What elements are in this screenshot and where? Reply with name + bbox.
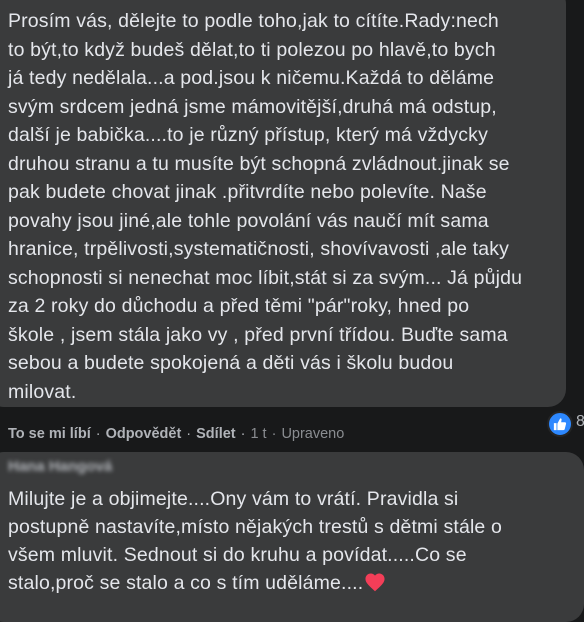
- share-button[interactable]: Sdílet: [196, 426, 235, 442]
- reaction-count[interactable]: 8: [576, 413, 584, 431]
- comment-timestamp[interactable]: 1 t: [250, 426, 266, 442]
- separator: ·: [240, 426, 246, 442]
- reply-text: Milujte je a objimejte....Ony vám to vrá…: [8, 485, 584, 597]
- reply-author-name[interactable]: Hana Hangová: [8, 458, 112, 475]
- comment-action-bar: To se mi líbí · Odpovědět · Sdílet · 1 t…: [8, 426, 344, 442]
- separator: ·: [271, 426, 277, 442]
- reply-button[interactable]: Odpovědět: [106, 426, 182, 442]
- thumbs-up-icon: [553, 418, 567, 431]
- edited-label[interactable]: Upraveno: [281, 426, 344, 442]
- like-button[interactable]: To se mi líbí: [8, 426, 91, 442]
- separator: ·: [186, 426, 192, 442]
- comment-text: Prosím vás, dělejte to podle toho,jak to…: [8, 10, 523, 403]
- separator: ·: [95, 426, 101, 442]
- like-icon[interactable]: [547, 411, 573, 437]
- heart-icon: [365, 573, 385, 592]
- reply-text-content: Milujte je a objimejte....Ony vám to vrá…: [8, 488, 502, 594]
